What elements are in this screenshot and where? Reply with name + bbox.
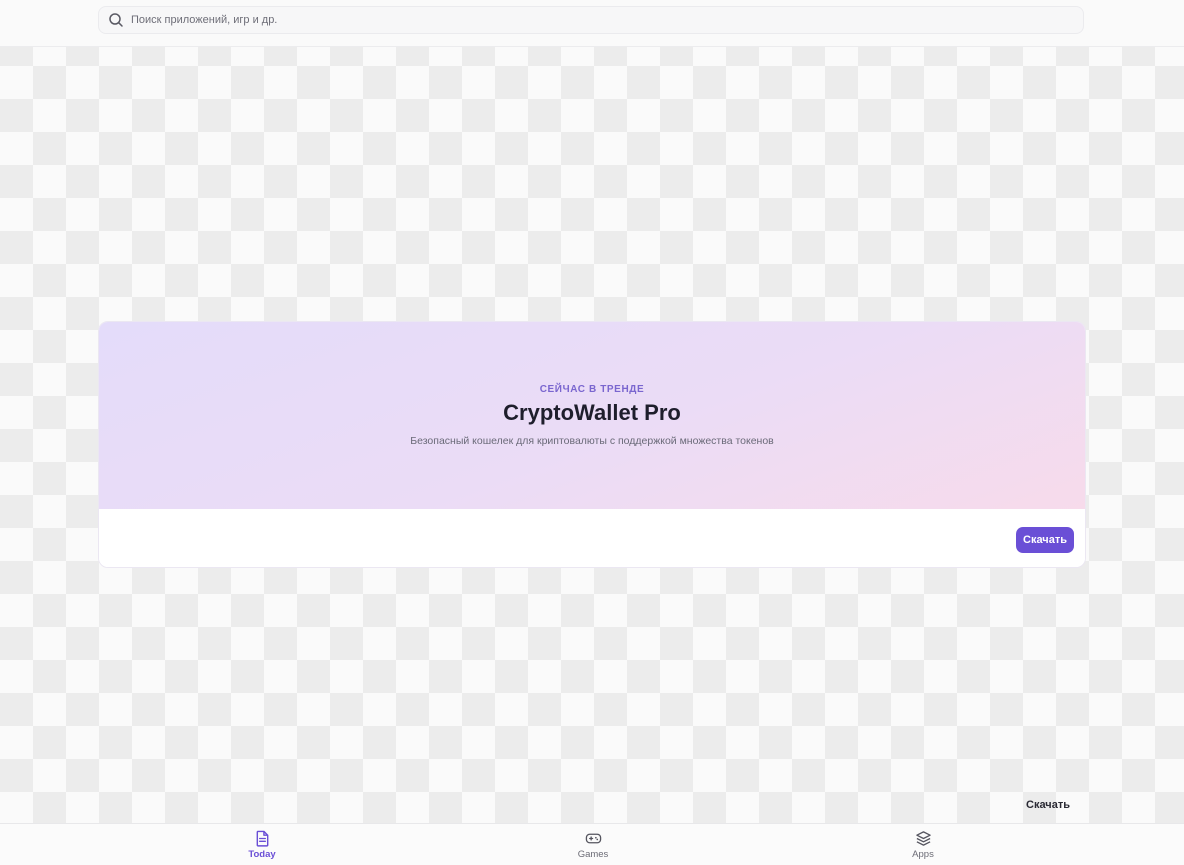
tab-today[interactable]: Today <box>222 830 302 864</box>
featured-card-footer: Скачать <box>99 509 1085 567</box>
tab-apps[interactable]: Apps <box>883 830 963 864</box>
download-label[interactable]: Скачать <box>1016 799 1080 811</box>
tab-games[interactable]: Games <box>553 830 633 864</box>
featured-hero: СЕЙЧАС В ТРЕНДЕ CryptoWallet Pro Безопас… <box>99 322 1085 509</box>
tab-label-games: Games <box>577 849 609 860</box>
top-bar <box>0 0 1184 47</box>
search-icon <box>109 13 123 27</box>
document-icon <box>256 830 268 847</box>
tab-label-apps: Apps <box>912 849 934 860</box>
featured-app-subtitle: Безопасный кошелек для криптовалюты с по… <box>410 435 774 447</box>
layers-icon <box>915 831 931 846</box>
featured-card[interactable]: СЕЙЧАС В ТРЕНДЕ CryptoWallet Pro Безопас… <box>98 321 1086 568</box>
featured-app-title: CryptoWallet Pro <box>503 400 681 425</box>
tab-label-today: Today <box>248 849 276 860</box>
featured-eyebrow: СЕЙЧАС В ТРЕНДЕ <box>539 384 645 395</box>
bottom-tab-bar: Today Games Apps <box>0 823 1184 865</box>
download-button[interactable]: Скачать <box>1016 527 1074 553</box>
gamepad-icon <box>585 833 601 844</box>
search-input[interactable] <box>129 7 1083 33</box>
search-bar[interactable] <box>98 6 1084 34</box>
